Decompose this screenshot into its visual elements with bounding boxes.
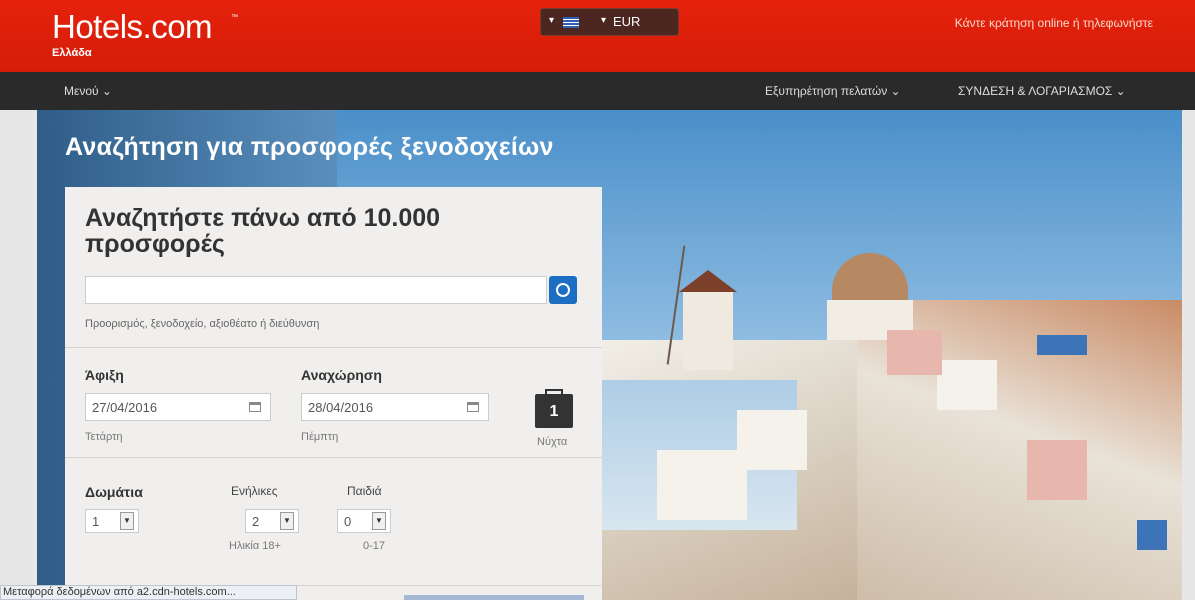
children-select[interactable]: 0 ▼ — [337, 509, 391, 533]
booking-phone-text: Κάντε κράτηση online ή τηλεφωνήστε — [954, 16, 1153, 30]
chevron-down-icon: ▾ — [601, 15, 607, 26]
adults-label: Ενήλικες — [231, 484, 278, 498]
customer-support-dropdown[interactable]: Εξυπηρέτηση πελατών ⌄ — [765, 84, 901, 98]
hotels-logo[interactable]: Hotels.com — [52, 10, 213, 44]
search-panel: Αναζητήστε πάνω από 10.000 προσφορές Προ… — [65, 187, 602, 600]
chevron-down-icon[interactable]: ▼ — [120, 512, 134, 530]
chevron-down-icon[interactable]: ▼ — [372, 512, 386, 530]
nights-label: Νύχτα — [537, 436, 568, 448]
current-location-button[interactable] — [549, 276, 577, 304]
chevron-down-icon: ▾ — [549, 15, 555, 26]
calendar-icon[interactable] — [249, 402, 261, 412]
rooms-label: Δωμάτια — [85, 484, 143, 500]
search-panel-title: Αναζητήστε πάνω από 10.000 προσφορές — [85, 204, 441, 258]
login-account-dropdown[interactable]: ΣΥΝΔΕΣΗ & ΛΟΓΑΡΙΑΣΜΟΣ ⌄ — [958, 84, 1126, 98]
checkout-date-input[interactable]: 28/04/2016 — [301, 393, 489, 421]
chevron-down-icon[interactable]: ▼ — [280, 512, 294, 530]
checkout-weekday: Πέμπτη — [301, 431, 339, 443]
rooms-value: 1 — [92, 514, 100, 529]
top-header: Hotels.com ™ Ελλάδα ▾ ▾ EUR Κάντε κράτησ… — [0, 0, 1195, 72]
divider — [65, 347, 602, 348]
calendar-icon[interactable] — [467, 402, 479, 412]
checkout-date-value: 28/04/2016 — [308, 400, 374, 415]
logo-trademark: ™ — [231, 14, 238, 21]
checkin-label: Άφιξη — [85, 367, 124, 383]
children-value: 0 — [344, 514, 352, 529]
main-nav: Μενού ⌄ Εξυπηρέτηση πελατών ⌄ ΣΥΝΔΕΣΗ & … — [0, 72, 1195, 110]
destination-hint: Προορισμός, ξενοδοχείο, αξιοθέατο ή διεύ… — [85, 318, 320, 330]
checkin-date-value: 27/04/2016 — [92, 400, 158, 415]
greece-flag-icon — [563, 17, 579, 28]
target-icon — [556, 283, 570, 297]
checkout-label: Αναχώρηση — [301, 367, 382, 383]
destination-input[interactable] — [85, 276, 547, 304]
children-age-hint: 0-17 — [363, 540, 386, 552]
currency-value: EUR — [613, 14, 641, 29]
nights-count-badge: 1 — [535, 394, 573, 428]
checkin-date-input[interactable]: 27/04/2016 — [85, 393, 271, 421]
locale-currency-selector[interactable]: ▾ ▾ EUR — [540, 8, 679, 36]
rooms-select[interactable]: 1 ▼ — [85, 509, 139, 533]
search-button-partial[interactable] — [404, 595, 584, 600]
checkin-weekday: Τετάρτη — [85, 431, 123, 443]
page-title: Αναζήτηση για προσφορές ξενοδοχείων — [65, 133, 554, 161]
children-label: Παιδιά — [347, 484, 382, 498]
logo-country: Ελλάδα — [52, 47, 92, 59]
adults-age-hint: Ηλικία 18+ — [229, 540, 281, 552]
adults-value: 2 — [252, 514, 260, 529]
adults-select[interactable]: 2 ▼ — [245, 509, 299, 533]
menu-dropdown[interactable]: Μενού ⌄ — [64, 84, 112, 98]
divider — [65, 457, 602, 458]
browser-status-bar: Μεταφορά δεδομένων από a2.cdn-hotels.com… — [0, 585, 297, 600]
